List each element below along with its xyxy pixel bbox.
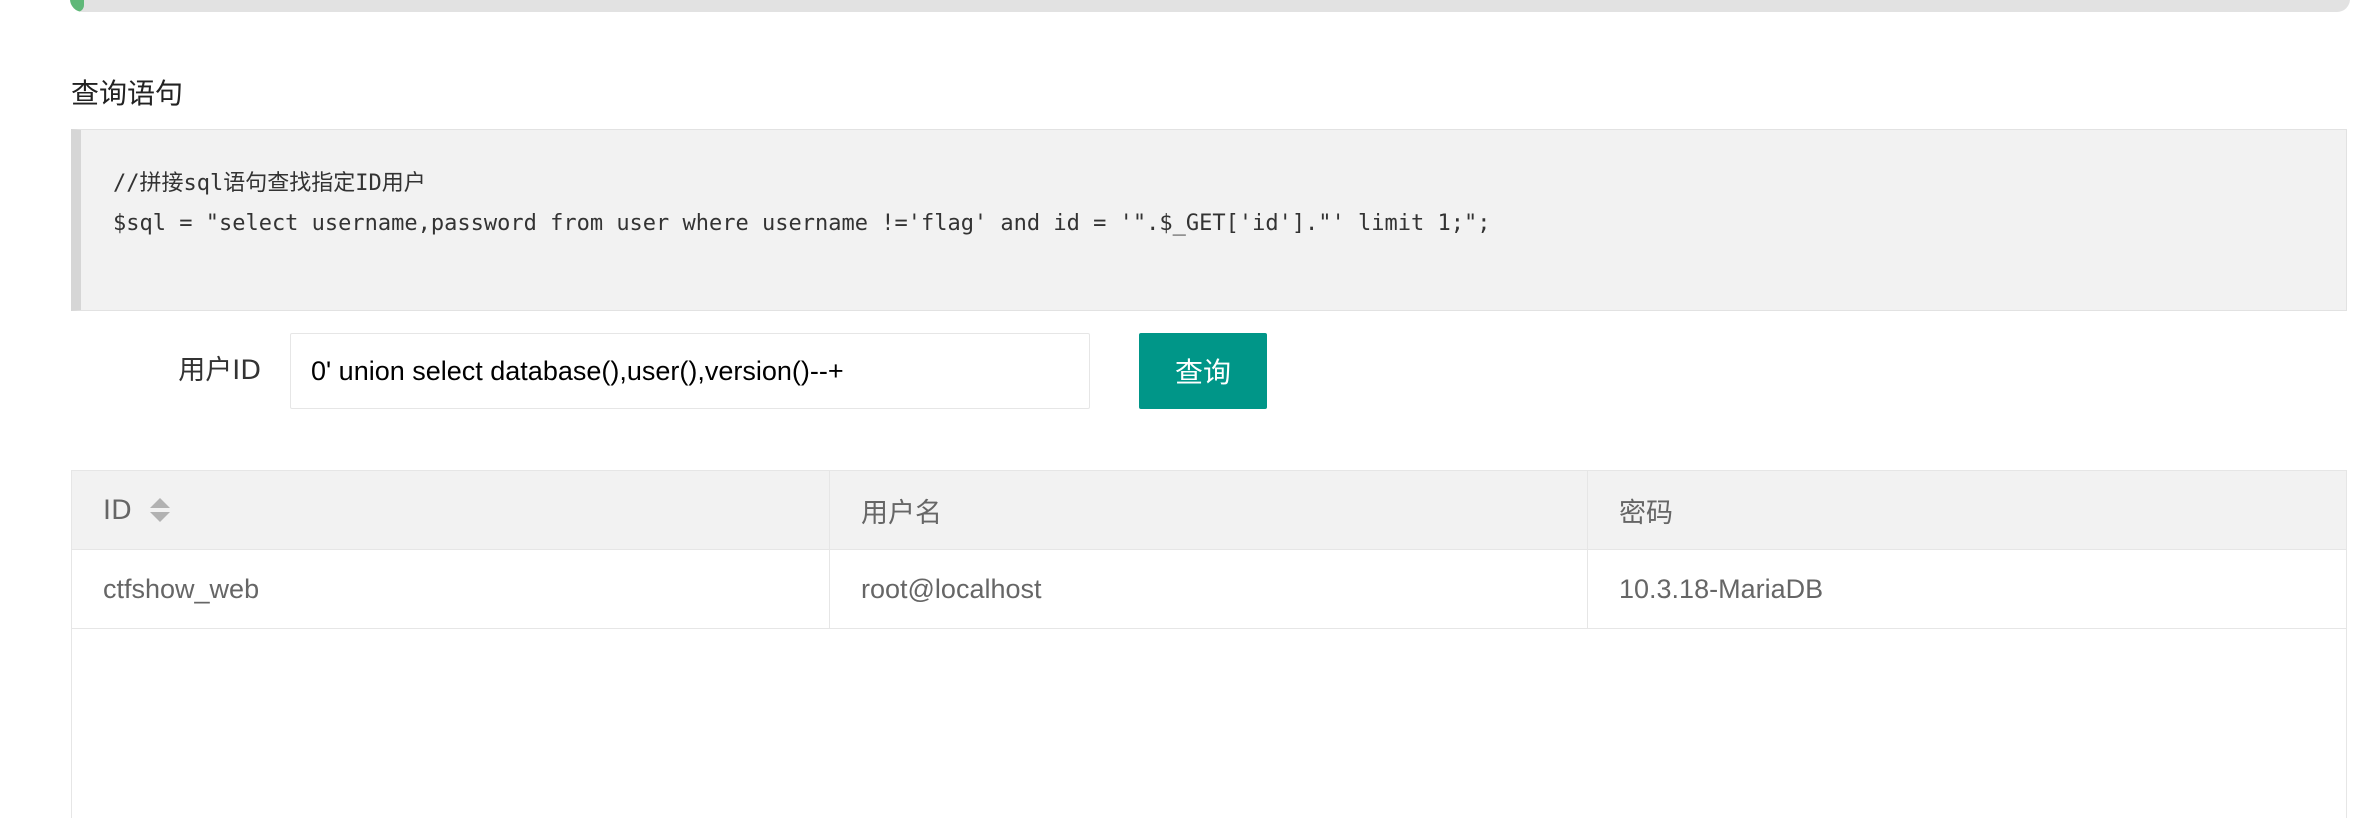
- query-button[interactable]: 查询: [1139, 333, 1267, 409]
- column-header-username: 用户名: [830, 471, 1588, 549]
- query-form: 用户ID 查询: [71, 333, 1371, 409]
- code-block: //拼接sql语句查找指定ID用户 $sql = "select usernam…: [71, 129, 2347, 311]
- column-header-id[interactable]: ID: [72, 471, 830, 549]
- column-header-label: 用户名: [861, 497, 942, 529]
- sort-descending-icon[interactable]: [149, 512, 170, 522]
- code-sql-line: $sql = "select username,password from us…: [113, 211, 1491, 236]
- page: 查询语句 //拼接sql语句查找指定ID用户 $sql = "select us…: [0, 0, 2359, 818]
- cell-password: 10.3.18-MariaDB: [1619, 573, 1824, 604]
- results-table: ID 用户名 密码 ctfshow_web root@localhost 10.…: [71, 470, 2347, 818]
- cell-username: root@localhost: [830, 550, 1588, 628]
- progress-bar: [70, 0, 2350, 12]
- sort-icon[interactable]: [149, 498, 170, 522]
- progress-bar-fill: [70, 0, 84, 12]
- column-header-label: ID: [103, 494, 132, 526]
- column-header-password: 密码: [1588, 471, 2346, 549]
- column-header-label: 密码: [1619, 497, 1673, 529]
- code-comment-line: //拼接sql语句查找指定ID用户: [113, 171, 426, 196]
- cell-id: ctfshow_web: [72, 550, 830, 628]
- table-row: ctfshow_web root@localhost 10.3.18-Maria…: [72, 550, 2346, 629]
- user-id-input[interactable]: [290, 333, 1090, 409]
- section-title: 查询语句: [71, 77, 184, 110]
- user-id-label: 用户ID: [178, 355, 261, 386]
- table-header: ID 用户名 密码: [72, 471, 2346, 550]
- sort-ascending-icon[interactable]: [149, 498, 170, 508]
